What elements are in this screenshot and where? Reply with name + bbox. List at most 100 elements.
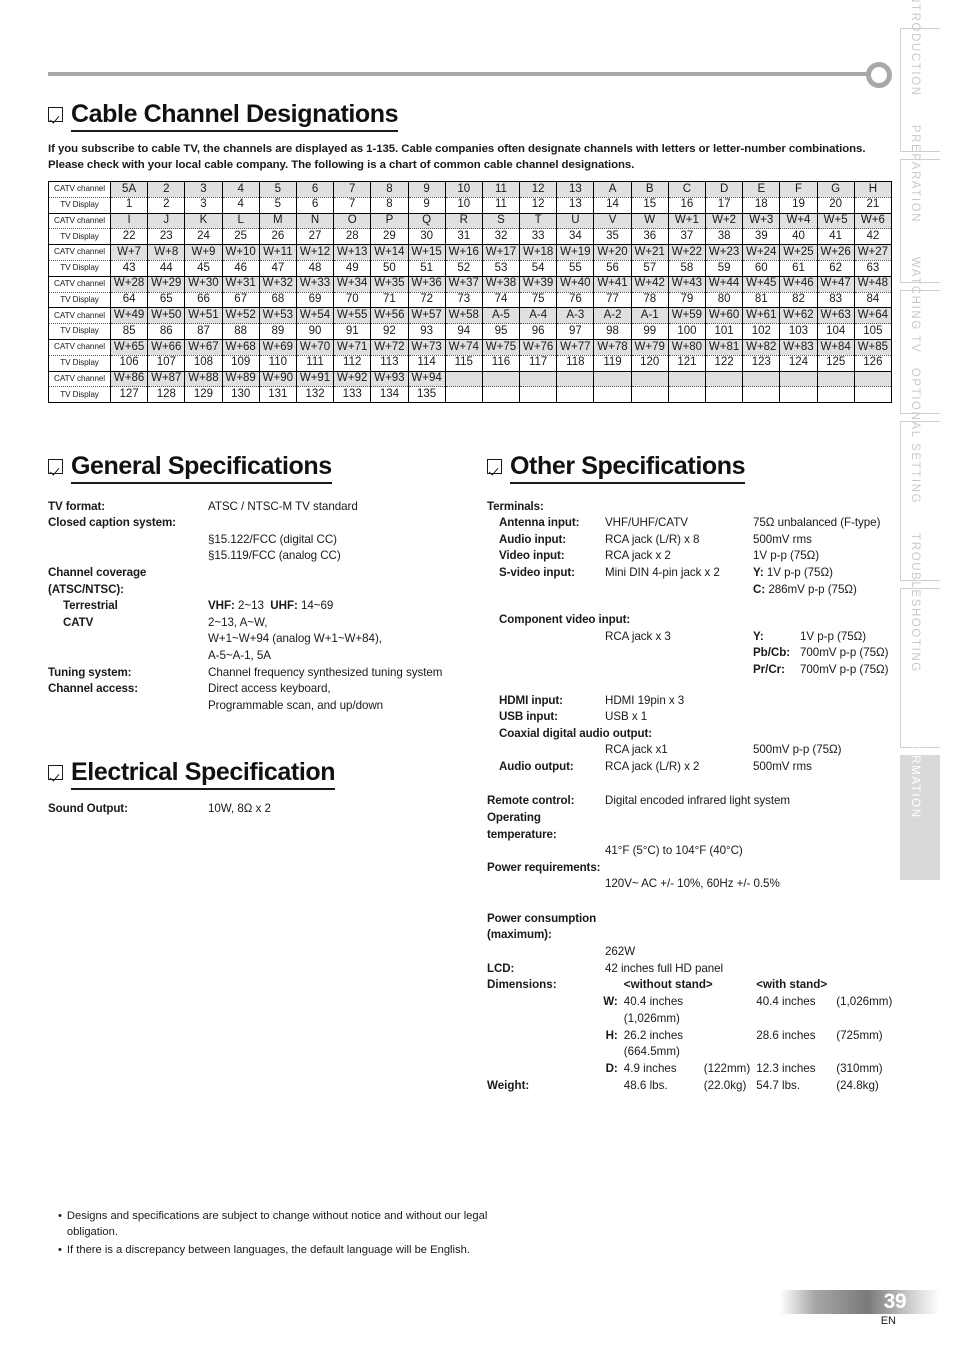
- table-cell: A-1: [630, 307, 669, 325]
- dimension-height-label: H:: [605, 1028, 618, 1042]
- table-cell: W+42: [630, 275, 669, 293]
- table-cell: W+36: [407, 275, 446, 293]
- dimension-width-spacer: [487, 994, 585, 1028]
- table-cell: U: [556, 212, 595, 230]
- table-cell: 110: [258, 354, 297, 372]
- table-row: TV Display 43 44 45 46 47 48 49 50 51 52 53 54 55 56 57…: [48, 259, 893, 277]
- spec-row-cc-analog: §15.119/FCC (analog CC): [48, 548, 468, 565]
- table-cell: 117: [519, 354, 558, 372]
- table-cell: 3: [184, 196, 223, 214]
- table-row: TV Display 64 65 66 67 68 69 70 71 72 73 74 75 76 77 78…: [48, 291, 893, 309]
- table-cell: O: [333, 212, 372, 230]
- table-cell: W+89: [221, 370, 260, 388]
- electrical-section-title: Electrical Specification: [71, 758, 336, 791]
- uhf-value: 14~69: [300, 599, 334, 613]
- electrical-specification-section: Electrical Specification Sound Output: 1…: [48, 758, 468, 817]
- table-cell: W+37: [444, 275, 483, 293]
- other-specifications-column: Other Specifications Terminals: Antenna …: [487, 452, 897, 1095]
- cc-analog-value: §15.119/FCC (analog CC): [208, 549, 341, 563]
- dimension-width-label: W:: [603, 995, 618, 1008]
- weight-col1: 48.6 lbs. (22.0kg): [624, 1078, 756, 1095]
- table-cell: A-5: [481, 307, 521, 325]
- table-cell: 85: [109, 323, 149, 340]
- table-cell: [667, 370, 707, 388]
- vhf-value: 2~13: [238, 599, 264, 613]
- audio-input-spec: 500mV rms: [753, 532, 812, 546]
- table-cell: [481, 370, 521, 388]
- usb-input-label: USB input:: [499, 710, 558, 724]
- tv-format-label: TV format:: [48, 499, 105, 513]
- table-cell: 134: [370, 386, 409, 404]
- spec-row-operating-temperature: Operating temperature:: [487, 810, 897, 843]
- dimension-depth-col1-mm: (122mm): [703, 1062, 751, 1076]
- table-cell: 107: [147, 354, 186, 372]
- table-cell: W+8: [147, 244, 186, 261]
- table-cell: [742, 386, 781, 404]
- table-cell: 6: [295, 196, 335, 214]
- table-cell: 67: [221, 291, 260, 309]
- table-cell: W+90: [258, 370, 297, 388]
- dimensions-col1-header: <without stand>: [623, 978, 713, 992]
- table-cell: [556, 386, 595, 404]
- spec-row-weight: Weight: 48.6 lbs. (22.0kg) 54.7 lbs. (24.8…: [487, 1078, 897, 1095]
- table-cell: W+76: [519, 338, 558, 356]
- table-row: CATV channel 5A 2 3 4 5 6 7 8 9 10 11 12 13 A B C D E F G H: [48, 181, 893, 198]
- spec-row-closed-caption: Closed caption system:: [48, 515, 468, 532]
- table-cell: W+32: [258, 275, 297, 293]
- catv-value-2: W+1~W+94 (analog W+1~W+84),: [208, 632, 382, 646]
- table-cell: 120: [630, 354, 669, 372]
- table-cell: 42: [853, 228, 893, 246]
- table-cell: [779, 370, 818, 388]
- sound-output-value: 10W, 8Ω x 2: [208, 802, 271, 816]
- spec-row-operating-temperature-value: 41°F (5°C) to 104°F (40°C): [487, 843, 897, 860]
- table-cell: W+39: [519, 275, 558, 293]
- table-cell: 96: [519, 323, 558, 340]
- table-cell: 53: [481, 259, 521, 277]
- table-cell: W+74: [444, 338, 483, 356]
- table-cell: W+64: [853, 307, 893, 325]
- section-tab-information[interactable]: INFORMATION: [900, 721, 940, 880]
- table-cell: 37: [667, 228, 707, 246]
- table-cell: [704, 386, 744, 404]
- svideo-c-label: C:: [753, 582, 766, 596]
- table-cell: 56: [593, 259, 632, 277]
- table-cell: 84: [853, 291, 893, 309]
- table-cell: [630, 370, 669, 388]
- dimension-depth-col2-inches: 12.3 inches: [756, 1062, 816, 1076]
- closed-caption-label: Closed caption system:: [48, 516, 176, 530]
- audio-input-label: Audio input:: [499, 532, 567, 546]
- table-cell: 14: [593, 196, 632, 214]
- table-cell: W+68: [221, 338, 260, 356]
- tuning-system-label: Tuning system:: [48, 665, 132, 679]
- table-cell: W+59: [667, 307, 707, 325]
- table-cell: 82: [779, 291, 818, 309]
- table-cell: W+18: [519, 244, 558, 261]
- table-cell: W+14: [370, 244, 409, 261]
- table-cell: B: [630, 181, 669, 198]
- table-cell: 36: [630, 228, 669, 246]
- component-y-spec: Y: 1V p-p (75Ω): [753, 629, 905, 646]
- svideo-y-value: 1V p-p (75Ω): [766, 566, 833, 580]
- table-cell: 31: [444, 228, 483, 246]
- table-cell: G: [816, 181, 855, 198]
- table-cell: 127: [109, 386, 149, 404]
- catv-value-1: 2~13, A~W,: [208, 615, 268, 629]
- table-cell: 57: [630, 259, 669, 277]
- manual-page: INTRODUCTION PREPARATION WATCHING TV OPTION…: [0, 0, 954, 1348]
- table-row-label: CATV channel: [48, 212, 111, 230]
- weight-col2-kg: (24.8kg): [836, 1078, 879, 1092]
- table-cell: J: [147, 212, 186, 230]
- power-consumption-label: Power consumption (maximum):: [487, 911, 597, 942]
- table-row-label: CATV channel: [48, 275, 111, 293]
- weight-col1-kg: (22.0kg): [703, 1078, 747, 1092]
- weight-label: Weight:: [487, 1078, 530, 1092]
- table-cell: W+92: [333, 370, 372, 388]
- section-tab-label: OPTIONAL SETTING: [908, 367, 921, 505]
- svideo-input-value: Mini DIN 4-pin jack x 2: [605, 566, 720, 580]
- table-cell: W+60: [704, 307, 744, 325]
- table-cell: 95: [481, 323, 521, 340]
- table-cell: E: [742, 181, 781, 198]
- weight-spacer: [585, 1078, 624, 1095]
